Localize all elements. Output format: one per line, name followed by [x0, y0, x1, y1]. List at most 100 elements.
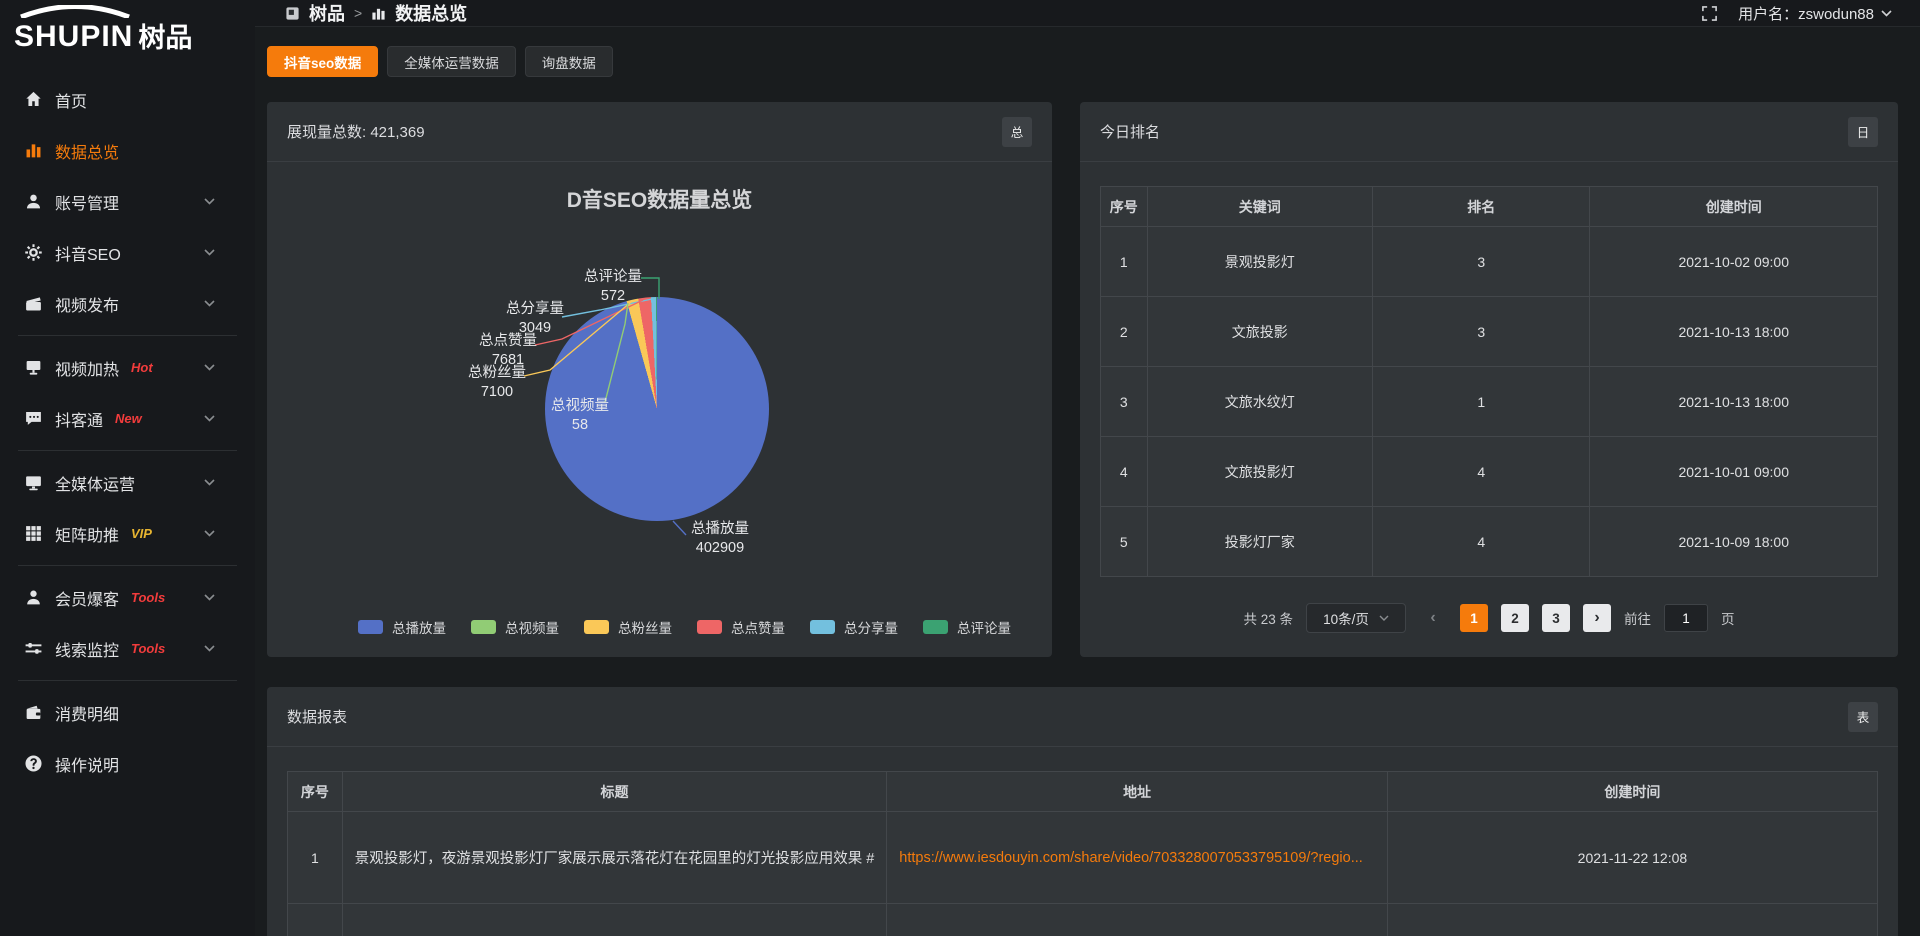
overview-panel: 展现量总数: 421,369 总 D音SEO数据量总览: [267, 102, 1052, 657]
tools-badge: Tools: [131, 641, 165, 656]
legend-item[interactable]: 总点赞量: [697, 617, 785, 637]
sidebar-item-member-burst[interactable]: 会员爆客 Tools: [0, 572, 255, 623]
sidebar-item-video-heat[interactable]: 视频加热 Hot: [0, 342, 255, 393]
chevron-down-icon: [204, 364, 215, 371]
sidebar-item-label: 首页: [55, 88, 87, 112]
report-table: 序号 标题 地址 创建时间 1 景观投影灯，夜游景观投影灯厂家展示展示落花灯在花…: [287, 771, 1878, 936]
sidebar-menu: 首页 数据总览 账号管理 抖音SEO 视频发布: [0, 56, 255, 789]
table-row-empty: [288, 904, 1878, 936]
sidebar-item-video-publish[interactable]: 视频发布: [0, 278, 255, 329]
chevron-down-icon: [204, 479, 215, 486]
day-view-button[interactable]: 日: [1848, 117, 1878, 147]
tab-douyin-seo-data[interactable]: 抖音seo数据: [267, 46, 378, 77]
next-page-button[interactable]: ›: [1583, 604, 1611, 632]
sidebar-item-label: 消费明细: [55, 701, 119, 725]
sidebar-item-label: 数据总览: [55, 139, 119, 163]
col-rank: 排名: [1372, 187, 1590, 227]
chevron-down-icon: [204, 530, 215, 537]
sidebar-item-data-overview[interactable]: 数据总览: [0, 125, 255, 176]
legend-item[interactable]: 总分享量: [810, 617, 898, 637]
table-row: 3文旅水纹灯12021-10-13 18:00: [1101, 367, 1878, 437]
col-index: 序号: [288, 772, 343, 812]
legend-item[interactable]: 总视频量: [471, 617, 559, 637]
chevron-down-icon: [204, 249, 215, 256]
sidebar-item-help[interactable]: 操作说明: [0, 738, 255, 789]
new-badge: New: [115, 411, 142, 426]
sidebar-item-omnimedia[interactable]: 全媒体运营: [0, 457, 255, 508]
sidebar-item-label: 线索监控: [55, 637, 119, 661]
sidebar-item-douyin-seo[interactable]: 抖音SEO: [0, 227, 255, 278]
pagination-total: 共 23 条: [1243, 608, 1293, 628]
bar-chart-icon: [24, 141, 43, 160]
page-button-2[interactable]: 2: [1501, 604, 1529, 632]
pagination: 共 23 条 10条/页 ‹ 1 2 3 › 前往: [1100, 603, 1878, 633]
user-menu[interactable]: 用户名：zswodun88: [1738, 3, 1892, 24]
tab-omnimedia-data[interactable]: 全媒体运营数据: [387, 46, 516, 77]
pie-chart: D音SEO数据量总览 总评论量572: [267, 162, 1052, 657]
breadcrumb-item-brand[interactable]: 树品: [309, 0, 345, 26]
page-button-1[interactable]: 1: [1460, 604, 1488, 632]
page-size-select[interactable]: 10条/页: [1306, 603, 1406, 633]
sidebar-item-label: 全媒体运营: [55, 471, 135, 495]
legend-item[interactable]: 总评论量: [923, 617, 1011, 637]
prev-page-button[interactable]: ‹: [1419, 604, 1447, 632]
legend-item[interactable]: 总播放量: [358, 617, 446, 637]
question-circle-icon: [24, 754, 43, 773]
sidebar-item-account[interactable]: 账号管理: [0, 176, 255, 227]
menu-divider: [18, 450, 237, 451]
topbar: 树品 > 数据总览 用户名：zswodun88: [255, 0, 1920, 27]
wallet-icon: [24, 703, 43, 722]
legend-item[interactable]: 总粉丝量: [584, 617, 672, 637]
video-link[interactable]: https://www.iesdouyin.com/share/video/70…: [899, 850, 1363, 866]
legend-swatch: [810, 620, 835, 634]
sidebar-item-douketong[interactable]: 抖客通 New: [0, 393, 255, 444]
legend-swatch: [697, 620, 722, 634]
col-index: 序号: [1101, 187, 1148, 227]
content: 抖音seo数据 全媒体运营数据 询盘数据 展现量总数: 421,369 总 D音…: [255, 27, 1920, 936]
overview-panel-header: 展现量总数: 421,369 总: [267, 102, 1052, 162]
table-row: 2文旅投影32021-10-13 18:00: [1101, 297, 1878, 367]
legend-swatch: [358, 620, 383, 634]
monitor-icon: [24, 473, 43, 492]
table-view-button[interactable]: 表: [1848, 702, 1878, 732]
sidebar-item-spend-detail[interactable]: 消费明细: [0, 687, 255, 738]
chevron-down-icon: [1379, 615, 1389, 621]
chevron-down-icon: [204, 645, 215, 652]
sidebar-item-label: 视频发布: [55, 292, 119, 316]
menu-divider: [18, 565, 237, 566]
sidebar-item-lead-monitor[interactable]: 线索监控 Tools: [0, 623, 255, 674]
data-report-panel: 数据报表 表 序号 标题 地址 创建时间: [267, 687, 1898, 936]
tab-inquiry-data[interactable]: 询盘数据: [525, 46, 613, 77]
main: 树品 > 数据总览 用户名：zswodun88 抖音seo数据 全媒体运营数据 …: [255, 0, 1920, 936]
sidebar-item-label: 账号管理: [55, 190, 119, 214]
page-button-3[interactable]: 3: [1542, 604, 1570, 632]
total-view-button[interactable]: 总: [1002, 117, 1032, 147]
chevron-down-icon: [204, 594, 215, 601]
today-ranking-panel: 今日排名 日 序号 关键词 排名 创建时间: [1080, 102, 1898, 657]
app: SHUPIN 树品 首页 数据总览 账号管理 抖音SEO: [0, 0, 1920, 936]
breadcrumb: 树品 > 数据总览: [285, 0, 467, 26]
logo-text-cn: 树品: [138, 25, 192, 52]
home-icon: [24, 90, 43, 109]
legend-swatch: [923, 620, 948, 634]
logo-text-en: SHUPIN: [14, 22, 133, 52]
impressions-total-label: 展现量总数: 421,369: [287, 121, 425, 142]
sidebar-item-label: 操作说明: [55, 752, 119, 776]
breadcrumb-item-current[interactable]: 数据总览: [395, 0, 467, 26]
col-url: 地址: [887, 772, 1388, 812]
hot-badge: Hot: [131, 360, 153, 375]
clapperboard-icon: [24, 294, 43, 313]
sidebar-item-label: 抖客通: [55, 407, 103, 431]
bar-chart-icon: [371, 6, 386, 21]
fullscreen-icon[interactable]: [1701, 5, 1718, 22]
goto-page-input[interactable]: [1664, 604, 1708, 632]
pie-callout-plays: 总播放量402909: [665, 520, 775, 558]
ranking-panel-title: 今日排名: [1100, 121, 1160, 142]
sidebar-item-matrix-boost[interactable]: 矩阵助推 VIP: [0, 508, 255, 559]
pie-leader-lines: [267, 162, 1052, 657]
sidebar-item-home[interactable]: 首页: [0, 74, 255, 125]
chevron-down-icon: [204, 198, 215, 205]
vip-badge: VIP: [131, 526, 152, 541]
chevron-down-icon: [204, 300, 215, 307]
sidebar: SHUPIN 树品 首页 数据总览 账号管理 抖音SEO: [0, 0, 255, 936]
